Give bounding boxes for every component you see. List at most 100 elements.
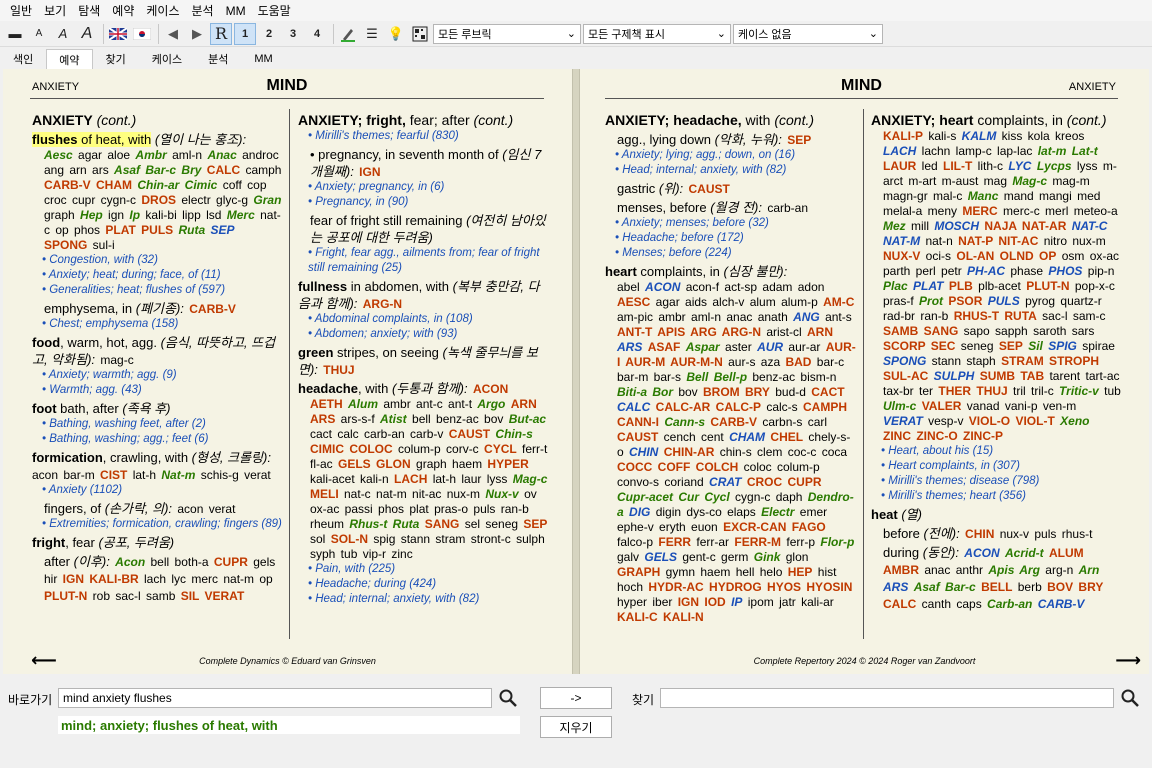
flag-uk-icon[interactable] bbox=[107, 23, 129, 45]
remedy-list[interactable]: KALI-P kali-s KALM kiss kola kreos LACH … bbox=[871, 129, 1121, 444]
cross-reference-link[interactable]: Head; internal; anxiety, with (82) bbox=[298, 592, 548, 607]
remedy-list[interactable]: abel ACON acon-f act-sp adam adon AESC a… bbox=[605, 280, 857, 625]
subrubric[interactable]: foot bath, after (족욕 후) bbox=[32, 400, 282, 417]
tab-item[interactable]: 예약 bbox=[46, 49, 93, 69]
cross-reference-link[interactable]: Anxiety; warmth; agg. (9) bbox=[32, 368, 282, 383]
menu-item[interactable]: 분석 bbox=[186, 2, 220, 19]
cross-reference-link[interactable]: Heart complaints, in (307) bbox=[871, 459, 1121, 474]
prev-page-arrow-icon[interactable]: ⟵ bbox=[31, 650, 57, 671]
menu-item[interactable]: 케이스 bbox=[140, 2, 185, 19]
cross-reference-link[interactable]: Headache; during (424) bbox=[298, 577, 548, 592]
menu-item[interactable]: 보기 bbox=[38, 2, 72, 19]
subrubric[interactable]: before (전에): CHIN nux-v puls rhus-t bbox=[871, 525, 1121, 542]
subrubric[interactable]: headache, with (두통과 함께): ACON bbox=[298, 380, 548, 397]
cross-reference-link[interactable]: Abdomen; anxiety; with (93) bbox=[298, 327, 548, 342]
cross-reference-link[interactable]: Bathing, washing feet, after (2) bbox=[32, 417, 282, 432]
menu-item[interactable]: MM bbox=[220, 4, 252, 18]
font-large-icon[interactable]: A bbox=[76, 23, 98, 45]
cross-reference-link[interactable]: Anxiety; pregnancy, in (6) bbox=[298, 180, 548, 195]
subrubric[interactable]: • pregnancy, in seventh month of (임신 7개월… bbox=[298, 146, 548, 180]
back-icon[interactable]: ◀ bbox=[162, 23, 184, 45]
tab-item[interactable]: 색인 bbox=[0, 49, 46, 69]
bulb-icon[interactable]: 💡 bbox=[385, 23, 407, 45]
rubric-heading[interactable]: ANXIETY; heart complaints, in (cont.) bbox=[871, 111, 1121, 129]
cross-reference-link[interactable]: Extremities; formication, crawling; fing… bbox=[32, 517, 282, 532]
subrubric[interactable]: green stripes, on seeing (녹색 줄무늬를 보면): T… bbox=[298, 344, 548, 378]
subrubric[interactable]: during (동안): ACON Acrid-t ALUM AMBR anac… bbox=[871, 544, 1121, 612]
find-input[interactable] bbox=[660, 688, 1114, 708]
cross-reference-link[interactable]: Generalities; heat; flushes of (597) bbox=[32, 283, 282, 298]
subrubric[interactable]: formication, crawling, with (형성, 크롤링): a… bbox=[32, 449, 282, 483]
case-dropdown[interactable]: 케이스 없음 ⌄ bbox=[733, 23, 883, 44]
subrubric[interactable]: agg., lying down (악화, 누워): SEP bbox=[605, 131, 857, 148]
cross-reference-link[interactable]: Mirilli's themes; heart (356) bbox=[871, 489, 1121, 504]
remedy-filter-dropdown[interactable]: 모든 구제책 표시 ⌄ bbox=[583, 23, 731, 44]
subrubric[interactable]: heart complaints, in (심장 불만): bbox=[605, 263, 857, 280]
subrubric[interactable]: food, warm, hot, agg. (음식, 따뜻하고, 뜨겁고, 악화… bbox=[32, 334, 282, 368]
subrubric[interactable]: menses, before (월경 전): carb-an bbox=[605, 199, 857, 216]
cross-reference-link[interactable]: Warmth; agg. (43) bbox=[32, 383, 282, 398]
degree-1-button[interactable]: 1 bbox=[234, 22, 256, 45]
cross-reference-link[interactable]: Head; internal; anxiety, with (82) bbox=[605, 163, 857, 178]
search-result-path[interactable]: mind; anxiety; flushes of heat, with bbox=[58, 716, 520, 734]
cross-reference-link[interactable]: Abdominal complaints, in (108) bbox=[298, 312, 548, 327]
degree-4-button[interactable]: 4 bbox=[306, 23, 328, 45]
find-search-icon[interactable] bbox=[1120, 688, 1140, 708]
subrubric[interactable]: fright, fear (공포, 두려움) bbox=[32, 534, 282, 551]
menu-item[interactable]: 일반 bbox=[4, 2, 38, 19]
cross-reference-link[interactable]: Anxiety; menses; before (32) bbox=[605, 216, 857, 231]
rubric-filter-dropdown[interactable]: 모든 루브릭 ⌄ bbox=[433, 23, 581, 44]
subrubric[interactable]: fear of fright still remaining (여전히 남아있는… bbox=[298, 212, 548, 246]
cross-reference-link[interactable]: Headache; before (172) bbox=[605, 231, 857, 246]
cross-reference-link[interactable]: Anxiety; lying; agg.; down, on (16) bbox=[605, 148, 857, 163]
tab-item[interactable]: 분석 bbox=[195, 49, 241, 69]
font-medium-icon[interactable]: A bbox=[52, 23, 74, 45]
remedy-list[interactable]: AETH Alum ambr ant-c ant-t Argo ARN ARS … bbox=[298, 397, 548, 562]
clear-button[interactable]: 지우기 bbox=[540, 716, 612, 738]
cross-reference-link[interactable]: Mirilli's themes; fearful (830) bbox=[298, 129, 548, 144]
cross-reference-link[interactable]: Anxiety; heat; during; face, of (11) bbox=[32, 268, 282, 283]
rubric-heading[interactable]: ANXIETY (cont.) bbox=[32, 111, 282, 129]
cross-reference-link[interactable]: Menses; before (224) bbox=[605, 246, 857, 261]
cross-reference-link[interactable]: Chest; emphysema (158) bbox=[32, 317, 282, 332]
tab-item[interactable]: MM bbox=[241, 49, 285, 69]
degree-3-button[interactable]: 3 bbox=[282, 23, 304, 45]
forward-icon[interactable]: ▶ bbox=[186, 23, 208, 45]
cross-reference-link[interactable]: Mirilli's themes; disease (798) bbox=[871, 474, 1121, 489]
rubric-heading[interactable]: ANXIETY; headache, with (cont.) bbox=[605, 111, 857, 129]
cross-reference-link[interactable]: Anxiety (1102) bbox=[32, 483, 282, 498]
highlighter-icon[interactable] bbox=[337, 23, 359, 45]
list-icon[interactable]: ☰ bbox=[361, 23, 383, 45]
subrubric[interactable]: emphysema, in (폐기종): CARB-V bbox=[32, 300, 282, 317]
cross-reference-link[interactable]: Congestion, with (32) bbox=[32, 253, 282, 268]
next-page-arrow-icon[interactable]: ⟶ bbox=[1115, 650, 1141, 671]
flag-korea-icon[interactable] bbox=[131, 23, 153, 45]
cross-reference-link[interactable]: Fright, fear agg., ailments from; fear o… bbox=[298, 246, 548, 276]
cross-reference-link[interactable]: Pain, with (225) bbox=[298, 562, 548, 577]
cross-reference-link[interactable]: Bathing, washing; agg.; feet (6) bbox=[32, 432, 282, 447]
degree-2-button[interactable]: 2 bbox=[258, 23, 280, 45]
tab-item[interactable]: 찾기 bbox=[93, 49, 139, 69]
subrubric[interactable]: gastric (위): CAUST bbox=[605, 180, 857, 197]
menu-item[interactable]: 도움말 bbox=[252, 2, 297, 19]
rubric-heading[interactable]: ANXIETY; fright, fear; after (cont.) bbox=[298, 111, 548, 129]
cross-reference-link[interactable]: Heart, about his (15) bbox=[871, 444, 1121, 459]
subrubric[interactable]: fingers, of (손가락, 의): acon verat bbox=[32, 500, 282, 517]
subrubric[interactable]: fullness in abdomen, with (복부 충만감, 다음과 함… bbox=[298, 278, 548, 312]
font-small-icon[interactable]: A bbox=[28, 23, 50, 45]
menu-item[interactable]: 탐색 bbox=[72, 2, 106, 19]
repertory-button[interactable]: R bbox=[210, 22, 232, 45]
go-button[interactable]: -> bbox=[540, 687, 612, 709]
subrubric[interactable]: after (이후): Acon bell both-a CUPR gels h… bbox=[32, 553, 282, 604]
tab-item[interactable]: 케이스 bbox=[139, 49, 195, 69]
cross-reference-link[interactable]: Pregnancy, in (90) bbox=[298, 195, 548, 210]
goto-input[interactable]: mind anxiety flushes bbox=[58, 688, 492, 708]
grid-icon[interactable] bbox=[409, 23, 431, 45]
line-width-icon[interactable]: ▬ bbox=[4, 23, 26, 45]
subrubric[interactable]: heat (열) bbox=[871, 506, 1121, 523]
remedy-list[interactable]: Aesc agar aloe Ambr aml-n Anac androc an… bbox=[32, 148, 282, 253]
search-icon[interactable] bbox=[498, 688, 518, 708]
menu-item[interactable]: 예약 bbox=[106, 2, 140, 19]
subrubric[interactable]: flushes of heat, with (열이 나는 홍조): bbox=[32, 131, 282, 148]
column-divider bbox=[289, 109, 290, 639]
